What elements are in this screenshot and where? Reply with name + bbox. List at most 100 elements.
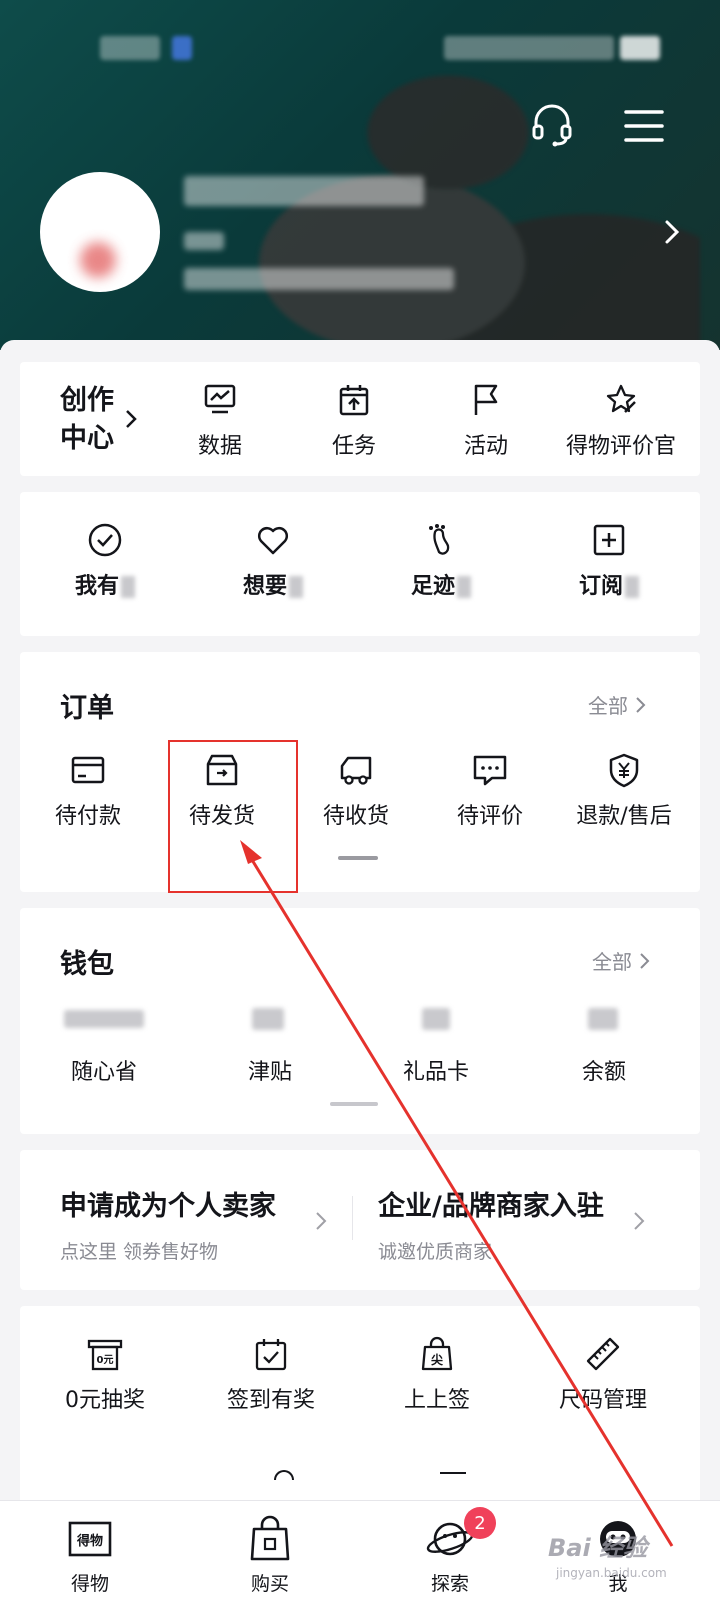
star-pen-icon xyxy=(606,384,636,413)
nav-buy[interactable]: 购买 xyxy=(210,1515,330,1596)
wanted-button[interactable]: 想要 xyxy=(228,522,318,600)
next-row-icon-partial xyxy=(274,1470,294,1480)
creator-data-button[interactable]: 数据 xyxy=(170,382,270,460)
lucky-sign-button[interactable]: 尖 上上签 xyxy=(382,1336,492,1414)
watermark: Bai 经验 xyxy=(548,1534,648,1562)
profile-header xyxy=(0,0,720,350)
chevron-right-icon xyxy=(316,1212,327,1230)
avatar[interactable] xyxy=(40,172,160,292)
shopping-bag-icon xyxy=(250,1515,290,1561)
wallet-scroll-indicator xyxy=(330,1102,378,1106)
subscription-button[interactable]: 订阅 xyxy=(564,522,654,600)
savings-value-blurred xyxy=(64,1010,144,1028)
creator-activity-label: 活动 xyxy=(463,434,508,459)
refund-aftersale-label: 退款/售后 xyxy=(576,804,672,829)
creator-center-card: 创作 中心 数据 任务 活动 得物评价官 xyxy=(20,362,700,476)
creator-reviewer-label: 得物评价官 xyxy=(565,434,676,459)
savings-label: 随心省 xyxy=(70,1060,137,1085)
calendar-check-icon xyxy=(255,1339,287,1371)
giftcard-value-blurred xyxy=(422,1008,450,1030)
allowance-button[interactable]: 津贴 xyxy=(220,1044,320,1086)
orders-all-label: 全部 xyxy=(588,694,628,718)
nav-explore[interactable]: 探索 2 xyxy=(390,1507,510,1596)
tools-card: 0元 0元抽奖 签到有奖 尖 上上签 尺码管理 xyxy=(20,1306,700,1506)
size-manage-button[interactable]: 尺码管理 xyxy=(548,1336,658,1414)
chevron-right-icon xyxy=(636,696,646,713)
balance-value-blurred xyxy=(588,1008,618,1030)
menu-icon[interactable] xyxy=(620,102,668,150)
bag-sign-icon: 尖 xyxy=(421,1336,453,1371)
giftcard-label: 礼品卡 xyxy=(402,1060,469,1085)
savings-button[interactable]: 随心省 xyxy=(54,1044,154,1086)
size-manage-label: 尺码管理 xyxy=(558,1388,647,1413)
pending-review-button[interactable]: 待评价 xyxy=(440,752,540,830)
chevron-right-icon[interactable] xyxy=(660,218,684,246)
lottery-label: 0元抽奖 xyxy=(65,1388,145,1413)
footprint-icon xyxy=(429,524,450,555)
truck-icon xyxy=(340,756,372,785)
creator-task-label: 任务 xyxy=(331,434,376,459)
balance-button[interactable]: 余额 xyxy=(554,1044,654,1086)
pending-payment-label: 待付款 xyxy=(54,804,121,829)
notification-badge: 2 xyxy=(464,1507,496,1539)
content-sheet: 创作 中心 数据 任务 活动 得物评价官 我有 想要 足迹 订阅 订单 全部 待… xyxy=(0,340,720,1506)
owned-button[interactable]: 我有 xyxy=(60,522,150,600)
orders-scroll-indicator xyxy=(338,856,378,860)
personal-seller-entry[interactable]: 申请成为个人卖家 点这里 领券售好物 xyxy=(60,1184,350,1264)
customer-service-icon[interactable] xyxy=(528,100,576,148)
lottery-button[interactable]: 0元 0元抽奖 xyxy=(50,1336,160,1414)
personal-seller-title: 申请成为个人卖家 xyxy=(60,1191,276,1222)
allowance-label: 津贴 xyxy=(247,1060,292,1085)
pending-payment-button[interactable]: 待付款 xyxy=(38,752,138,830)
wanted-count-blurred xyxy=(289,576,303,598)
lucky-sign-label: 上上签 xyxy=(403,1388,470,1413)
collections-card: 我有 想要 足迹 订阅 xyxy=(20,492,700,636)
giftcard-button[interactable]: 礼品卡 xyxy=(386,1044,486,1086)
status-bar xyxy=(0,30,720,66)
username-blurred xyxy=(184,176,424,206)
refund-aftersale-button[interactable]: 退款/售后 xyxy=(564,752,684,830)
plus-square-icon xyxy=(593,524,625,556)
check-circle-icon xyxy=(88,523,122,557)
orders-all-link[interactable]: 全部 xyxy=(588,690,648,719)
creator-task-button[interactable]: 任务 xyxy=(304,382,404,460)
divider xyxy=(352,1196,353,1240)
wallet-title: 钱包 xyxy=(60,949,114,980)
next-row-icon-partial xyxy=(440,1472,466,1480)
chevron-right-icon xyxy=(640,952,650,969)
business-seller-entry[interactable]: 企业/品牌商家入驻 诚邀优质商家 xyxy=(378,1184,668,1264)
subscription-count-blurred xyxy=(625,576,639,598)
svg-text:0元: 0元 xyxy=(97,1354,114,1366)
balance-label: 余额 xyxy=(581,1060,626,1085)
highlight-box xyxy=(168,740,298,893)
business-seller-title: 企业/品牌商家入驻 xyxy=(378,1191,604,1222)
svg-text:得物: 得物 xyxy=(76,1533,103,1549)
status-time-blurred xyxy=(100,36,160,60)
creator-center-entry[interactable]: 创作 中心 xyxy=(60,382,114,458)
lottery-icon: 0元 xyxy=(87,1339,123,1371)
user-stats-blurred xyxy=(184,268,454,290)
nav-dewu-label: 得物 xyxy=(70,1573,109,1595)
creator-center-label-line2: 中心 xyxy=(60,423,114,454)
creator-reviewer-button[interactable]: 得物评价官 xyxy=(556,382,686,460)
shield-yen-icon xyxy=(609,753,639,788)
ruler-icon xyxy=(586,1337,620,1371)
orders-title: 订单 xyxy=(60,693,114,724)
creator-center-label-line1: 创作 xyxy=(60,385,114,416)
nav-explore-label: 探索 xyxy=(430,1573,469,1595)
chevron-right-icon xyxy=(126,410,137,428)
battery-icon xyxy=(620,36,660,60)
wallet-all-link[interactable]: 全部 xyxy=(592,946,652,975)
pending-review-label: 待评价 xyxy=(456,804,523,829)
chevron-right-icon xyxy=(634,1212,645,1230)
footprint-button[interactable]: 足迹 xyxy=(396,522,486,600)
personal-seller-subtitle: 点这里 领券售好物 xyxy=(60,1241,219,1263)
nav-dewu[interactable]: 得物 得物 xyxy=(30,1515,150,1596)
subscription-label: 订阅 xyxy=(578,574,623,599)
pending-receipt-button[interactable]: 待收货 xyxy=(306,752,406,830)
creator-activity-button[interactable]: 活动 xyxy=(436,382,536,460)
footprint-count-blurred xyxy=(457,576,471,598)
chart-monitor-icon xyxy=(204,384,236,414)
dewu-logo-icon: 得物 xyxy=(68,1521,112,1557)
checkin-button[interactable]: 签到有奖 xyxy=(216,1336,326,1414)
